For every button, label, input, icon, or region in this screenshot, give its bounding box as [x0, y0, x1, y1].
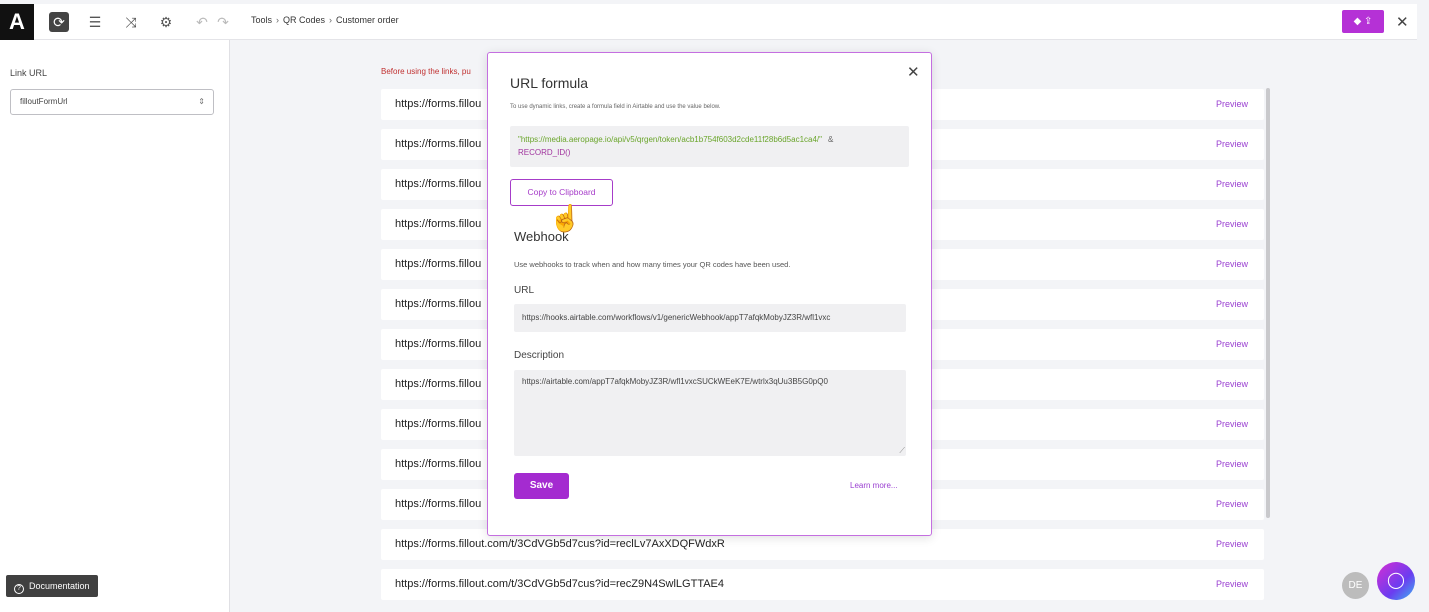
learn-more-link[interactable]: Learn more... — [850, 481, 898, 490]
row-url: https://forms.fillou — [395, 138, 482, 150]
formula-amp: & — [827, 135, 834, 144]
breadcrumb-customer-order[interactable]: Customer order — [336, 15, 399, 25]
preview-link[interactable]: Preview — [1216, 369, 1248, 400]
top-bar: A ⟳ ☰ ⤨ ⚙ ↶ ↷ Tools › QR Codes › Customer or… — [0, 4, 1417, 40]
app-logo[interactable]: A — [0, 4, 34, 40]
preview-link[interactable]: Preview — [1216, 329, 1248, 360]
row-url: https://forms.fillou — [395, 218, 482, 230]
publish-button[interactable]: ◆ ⇪ — [1342, 10, 1384, 33]
documentation-button[interactable]: ? Documentation — [6, 575, 98, 597]
list-scrollbar[interactable] — [1266, 88, 1270, 518]
row-url: https://forms.fillou — [395, 98, 482, 110]
save-button[interactable]: Save — [514, 473, 569, 499]
link-url-select[interactable]: filloutFormUrl ⇕ — [10, 89, 214, 115]
row-url: https://forms.fillou — [395, 418, 482, 430]
preview-link[interactable]: Preview — [1216, 249, 1248, 280]
row-url: https://forms.fillout.com/t/3CdVGb5d7cus… — [395, 578, 725, 590]
chevron-right-icon: › — [276, 15, 280, 25]
row-url: https://forms.fillou — [395, 458, 482, 470]
description-label: Description — [514, 350, 565, 361]
chat-icon[interactable]: ◯ — [1377, 562, 1415, 600]
copy-to-clipboard-button[interactable]: Copy to Clipboard — [510, 179, 613, 206]
redo-icon[interactable]: ↷ — [213, 12, 233, 32]
resize-grip-icon[interactable]: ⟋ — [899, 446, 905, 456]
url-formula-modal: ✕ URL formula To use dynamic links, crea… — [487, 52, 932, 536]
warning-text: Before using the links, pu — [381, 67, 471, 76]
preview-link[interactable]: Preview — [1216, 209, 1248, 240]
table-row: https://forms.fillout.com/t/3CdVGb5d7cus… — [381, 569, 1264, 600]
preview-link[interactable]: Preview — [1216, 529, 1248, 560]
avatar[interactable]: DE — [1342, 572, 1369, 599]
database-icon[interactable]: ☰ — [85, 12, 105, 32]
documentation-label: Documentation — [29, 581, 90, 591]
close-icon[interactable]: ✕ — [1396, 13, 1409, 31]
preview-link[interactable]: Preview — [1216, 409, 1248, 440]
webhook-help-text: Use webhooks to track when and how many … — [514, 260, 791, 269]
preview-link[interactable]: Preview — [1216, 449, 1248, 480]
shuffle-icon[interactable]: ⤨ — [121, 12, 141, 32]
row-url: https://forms.fillou — [395, 378, 482, 390]
row-url: https://forms.fillou — [395, 178, 482, 190]
refresh-icon[interactable]: ⟳ — [49, 12, 69, 32]
breadcrumb-qr-codes[interactable]: QR Codes — [283, 15, 325, 25]
chevron-updown-icon: ⇕ — [198, 97, 205, 106]
breadcrumb-tools[interactable]: Tools — [251, 15, 272, 25]
hand-cursor-icon: ☝ — [549, 203, 582, 233]
preview-link[interactable]: Preview — [1216, 89, 1248, 120]
webhook-url-label: URL — [514, 285, 535, 296]
link-url-label: Link URL — [10, 68, 48, 78]
row-url: https://forms.fillou — [395, 498, 482, 510]
link-url-value: filloutFormUrl — [20, 97, 68, 106]
description-value: https://airtable.com/appT7afqkMobyJZ3R/w… — [522, 377, 828, 386]
preview-link[interactable]: Preview — [1216, 489, 1248, 520]
row-url: https://forms.fillou — [395, 338, 482, 350]
row-url: https://forms.fillou — [395, 258, 482, 270]
cloud-upload-icon: ⇪ — [1364, 16, 1373, 27]
preview-link[interactable]: Preview — [1216, 289, 1248, 320]
formula-string: "https://media.aeropage.io/api/v5/qrgen/… — [518, 135, 822, 144]
formula-function: RECORD_ID() — [518, 148, 571, 157]
breadcrumb: Tools › QR Codes › Customer order — [251, 15, 399, 25]
formula-box: "https://media.aeropage.io/api/v5/qrgen/… — [510, 126, 909, 167]
modal-title: URL formula — [510, 75, 589, 91]
layers-icon: ◆ — [1353, 16, 1362, 27]
description-field[interactable]: https://airtable.com/appT7afqkMobyJZ3R/w… — [514, 370, 906, 456]
preview-link[interactable]: Preview — [1216, 169, 1248, 200]
modal-help-text: To use dynamic links, create a formula f… — [510, 104, 721, 110]
row-url: https://forms.fillou — [395, 298, 482, 310]
preview-link[interactable]: Preview — [1216, 129, 1248, 160]
preview-link[interactable]: Preview — [1216, 569, 1248, 600]
undo-icon[interactable]: ↶ — [192, 12, 212, 32]
close-icon[interactable]: ✕ — [907, 63, 920, 81]
chevron-right-icon: › — [329, 15, 333, 25]
sidebar: Link URL filloutFormUrl ⇕ ? Documentation — [0, 40, 230, 612]
webhook-url-field[interactable]: https://hooks.airtable.com/workflows/v1/… — [514, 304, 906, 332]
help-icon: ? — [14, 584, 24, 594]
gear-icon[interactable]: ⚙ — [156, 12, 176, 32]
